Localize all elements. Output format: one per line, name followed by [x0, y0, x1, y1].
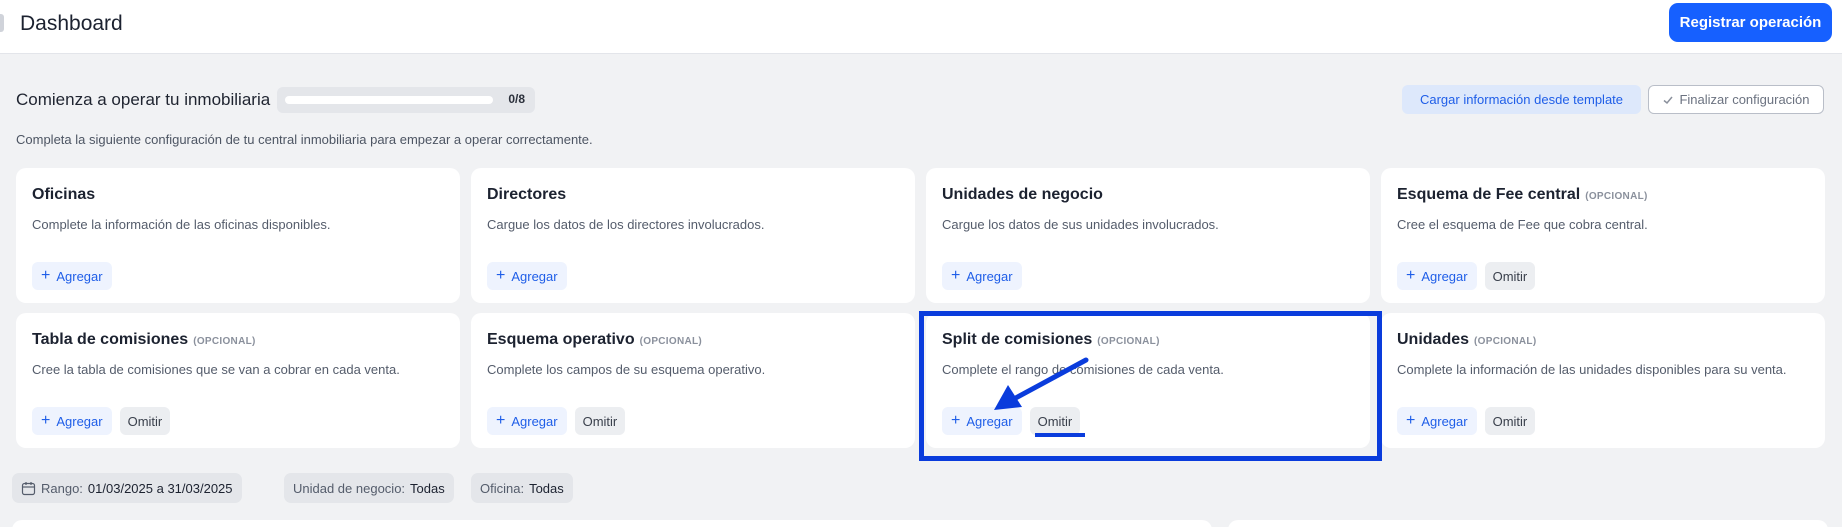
underline-annotation [1035, 433, 1085, 437]
card-title: Esquema operativo (OPCIONAL) [487, 331, 703, 348]
finalize-config-button[interactable]: Finalizar configuración [1648, 85, 1824, 114]
skip-button[interactable]: Omitir [1484, 407, 1536, 435]
skip-button[interactable]: Omitir [1484, 262, 1536, 290]
add-button[interactable]: + Agregar [1397, 262, 1477, 290]
check-icon [1663, 96, 1674, 104]
card-oficinas: Oficinas Complete la información de las … [16, 168, 460, 303]
skip-button[interactable]: Omitir [574, 407, 626, 435]
add-button[interactable]: + Agregar [32, 262, 112, 290]
onboarding-progress: 0/8 [277, 87, 535, 113]
card-description: Complete la información de las unidades … [1397, 362, 1787, 377]
top-bar: Dashboard Registrar operación [0, 0, 1842, 54]
plus-icon: + [496, 411, 506, 429]
card-title: Oficinas [32, 186, 96, 203]
card-description: Cargue los datos de sus unidades involuc… [942, 217, 1219, 232]
calendar-icon [21, 481, 36, 495]
card-tabla-comisiones: Tabla de comisiones (OPCIONAL) Cree la ta… [16, 313, 460, 448]
plus-icon: + [41, 411, 51, 429]
plus-icon: + [496, 266, 506, 284]
onboarding-title: Comienza a operar tu inmobiliaria [16, 90, 271, 109]
business-unit-label: Unidad de negocio: [293, 480, 406, 496]
card-description: Complete los campos de su esquema operat… [487, 362, 766, 377]
card-esquema-operativo: Esquema operativo (OPCIONAL) Complete los… [471, 313, 915, 448]
register-operation-button[interactable]: Registrar operación [1669, 3, 1832, 42]
plus-icon: + [41, 266, 51, 284]
card-title: Directores [487, 186, 567, 203]
range-value: 01/03/2025 a 31/03/2025 [87, 480, 233, 496]
add-button[interactable]: + Agregar [487, 407, 567, 435]
plus-icon: + [951, 266, 961, 284]
highlight-box [919, 311, 1382, 461]
business-unit-filter[interactable]: Unidad de negocio: Todas [284, 473, 454, 503]
skip-button[interactable]: Omitir [119, 407, 171, 435]
card-description: Cargue los datos de los directores invol… [487, 217, 765, 232]
sidebar-toggle[interactable] [0, 14, 4, 32]
card-title: Unidades de negocio [942, 186, 1103, 203]
card-esquema-fee: Esquema de Fee central (OPCIONAL) Cree el… [1381, 168, 1825, 303]
optional-tag: (OPCIONAL) [193, 336, 256, 347]
range-label: Rango: [41, 480, 83, 496]
onboarding-subtitle: Completa la siguiente configuración de t… [16, 132, 593, 147]
add-button[interactable]: + Agregar [487, 262, 567, 290]
dashboard-panel-right [1228, 520, 1828, 527]
card-description: Cree el esquema de Fee que cobra central… [1397, 217, 1648, 232]
add-button[interactable]: + Agregar [942, 262, 1022, 290]
business-unit-value: Todas [410, 480, 445, 496]
office-filter[interactable]: Oficina: Todas [471, 473, 573, 503]
finalize-config-label: Finalizar configuración [1679, 92, 1810, 107]
load-template-button[interactable]: Cargar información desde template [1402, 85, 1641, 114]
optional-tag: (OPCIONAL) [1474, 336, 1537, 347]
plus-icon: + [1406, 266, 1416, 284]
card-directores: Directores Cargue los datos de los direc… [471, 168, 915, 303]
optional-tag: (OPCIONAL) [639, 336, 703, 347]
range-filter[interactable]: Rango: 01/03/2025 a 31/03/2025 [12, 473, 242, 503]
add-button[interactable]: + Agregar [1397, 407, 1477, 435]
progress-track [285, 96, 493, 104]
card-description: Cree la tabla de comisiones que se van a… [32, 362, 400, 377]
optional-tag: (OPCIONAL) [1585, 191, 1648, 202]
card-unidades-negocio: Unidades de negocio Cargue los datos de … [926, 168, 1370, 303]
progress-count: 0/8 [508, 92, 525, 106]
arrow-annotation [994, 357, 1089, 410]
card-description: Complete la información de las oficinas … [32, 217, 331, 232]
plus-icon: + [1406, 411, 1416, 429]
office-label: Oficina: [480, 480, 525, 496]
add-button[interactable]: + Agregar [32, 407, 112, 435]
card-title: Unidades (OPCIONAL) [1397, 331, 1537, 348]
card-unidades: Unidades (OPCIONAL) Complete la informaci… [1381, 313, 1825, 448]
page-title: Dashboard [20, 12, 123, 35]
card-title: Tabla de comisiones (OPCIONAL) [32, 331, 256, 348]
card-title: Esquema de Fee central (OPCIONAL) [1397, 186, 1648, 203]
office-value: Todas [529, 480, 564, 496]
dashboard-panel-left [12, 520, 1212, 527]
